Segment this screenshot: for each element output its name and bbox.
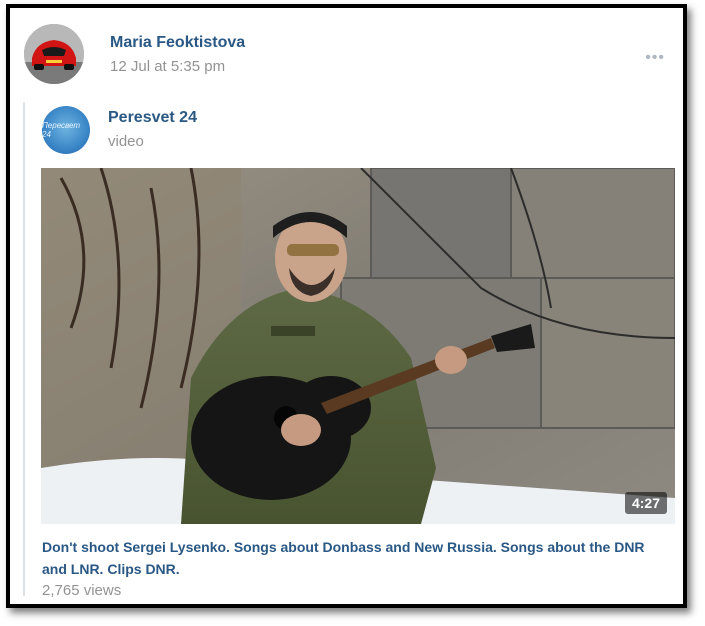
car-avatar-image <box>24 24 84 84</box>
repost-content-type: video <box>108 133 144 150</box>
author-avatar[interactable] <box>24 24 84 84</box>
video-view-count: 2,765 views <box>42 582 122 599</box>
repost-source-avatar[interactable]: Пересвет 24 <box>42 106 90 154</box>
video-title-link[interactable]: Don't shoot Sergei Lysenko. Songs about … <box>42 536 667 580</box>
more-options-icon[interactable]: ••• <box>645 50 665 66</box>
post-timestamp[interactable]: 12 Jul at 5:35 pm <box>110 58 225 75</box>
author-name[interactable]: Maria Feoktistova <box>110 34 245 52</box>
video-frame-image <box>41 168 675 524</box>
post-card: Maria Feoktistova 12 Jul at 5:35 pm ••• … <box>6 4 687 608</box>
video-duration-badge: 4:27 <box>624 492 667 514</box>
repost-source-name[interactable]: Peresvet 24 <box>108 109 197 127</box>
video-player-thumbnail[interactable]: 4:27 <box>41 168 675 524</box>
repost-indicator-line <box>23 102 25 596</box>
repost-avatar-logo-text: Пересвет 24 <box>42 121 81 139</box>
